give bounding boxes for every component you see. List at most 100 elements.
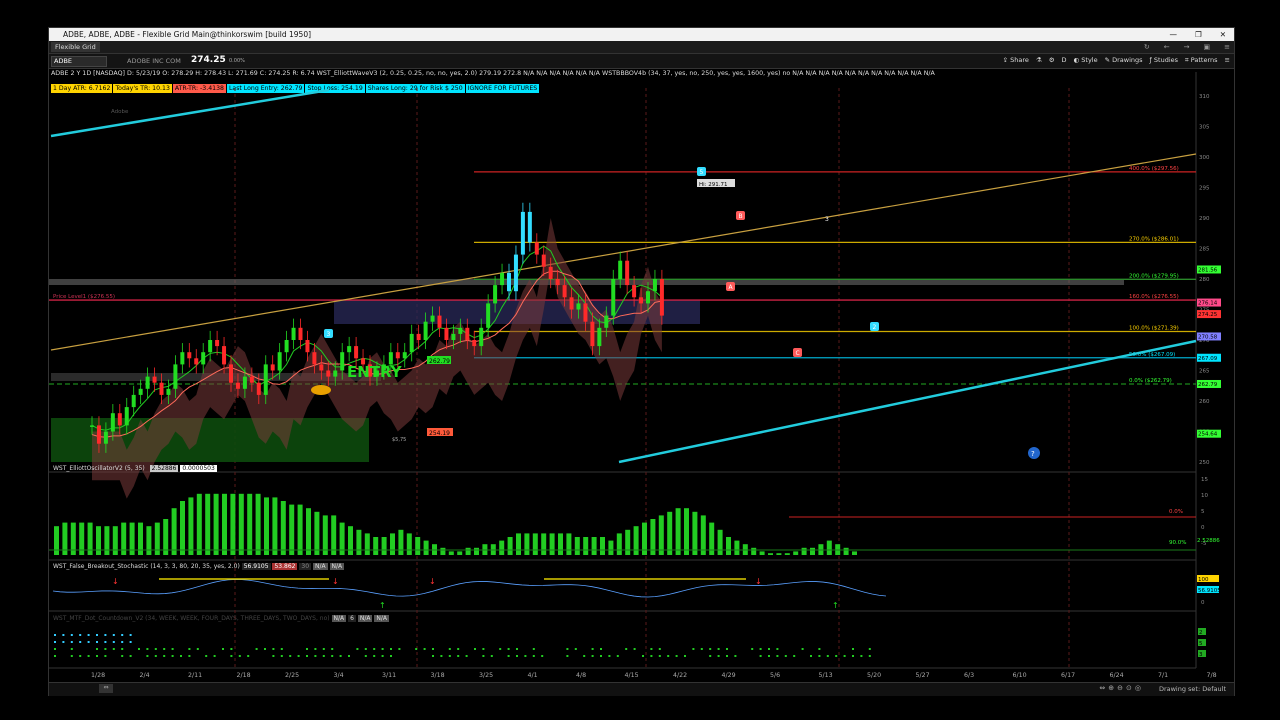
sell-arrow-icon: ↓	[429, 577, 436, 586]
osc-bar	[365, 533, 370, 555]
osc-bar	[760, 551, 765, 555]
mtf-dot	[62, 641, 64, 643]
osc-bar	[676, 508, 681, 555]
osc-bar	[550, 533, 555, 555]
osc-bar	[684, 508, 689, 555]
mtf-dot	[726, 655, 728, 657]
x-tick-label: 4/1	[528, 672, 538, 679]
candle	[563, 285, 567, 297]
candle	[486, 303, 490, 327]
wave-label: 2	[873, 324, 877, 331]
mtf-dot	[96, 634, 98, 636]
mtf-dot	[104, 648, 106, 650]
mtf-dot	[726, 648, 728, 650]
candle	[118, 413, 122, 425]
mtf-dot	[256, 648, 258, 650]
y-tick-label: 305	[1199, 125, 1210, 131]
candle	[271, 364, 275, 370]
mtf-dot	[348, 655, 350, 657]
mtf-dot	[121, 634, 123, 636]
zoom-controls-icon[interactable]: ⇔⊕⊖⊙◎	[1099, 684, 1144, 692]
entry-tag: 262.79	[429, 358, 450, 365]
mtf-dot	[323, 655, 325, 657]
mtf-dot	[785, 655, 787, 657]
mtf-dot	[96, 641, 98, 643]
osc-bar	[474, 548, 479, 555]
candle	[250, 377, 254, 383]
candle	[410, 334, 414, 352]
mtf-dot	[860, 655, 862, 657]
mtf-dot	[298, 655, 300, 657]
candle	[173, 364, 177, 388]
candle	[160, 383, 164, 395]
buy-arrow-icon: ↑	[379, 601, 386, 610]
candle	[465, 328, 469, 340]
stoch-tag: 100	[1198, 577, 1209, 583]
entry-label: ENTRY	[347, 363, 403, 381]
adobe-logo: Adobe	[111, 109, 128, 115]
osc-bar	[407, 533, 412, 555]
candle	[451, 334, 455, 340]
mtf-dot	[247, 655, 249, 657]
fib-label: 100.0% ($271.39)	[1129, 326, 1179, 332]
y-tick-label: 295	[1199, 186, 1210, 192]
fib-label: 0.0% ($262.79)	[1129, 378, 1172, 384]
mtf-dot	[869, 655, 871, 657]
mtf-dot	[650, 655, 652, 657]
candle	[590, 322, 594, 346]
osc-bar	[247, 494, 252, 555]
mtf-dot	[709, 655, 711, 657]
osc-bar	[634, 526, 639, 555]
price-tag: 281.56	[1198, 267, 1218, 273]
mtf-dot	[608, 655, 610, 657]
osc-bar	[508, 537, 513, 555]
candle	[299, 328, 303, 340]
candle	[514, 255, 518, 292]
mtf-dot	[79, 641, 81, 643]
candle	[521, 212, 525, 255]
osc-bar	[625, 530, 630, 555]
osc-bar	[323, 515, 328, 555]
osc-tag: 0.0%	[1169, 509, 1183, 515]
mtf-dot	[62, 634, 64, 636]
osc-bar	[390, 533, 395, 555]
osc-y-label: 10	[1201, 493, 1208, 499]
candle	[201, 352, 205, 364]
mtf-dot	[508, 648, 510, 650]
candle	[340, 352, 344, 370]
mtf-dot	[650, 648, 652, 650]
price-level-label: Price Level1 ($276.55)	[53, 294, 115, 300]
osc-bar	[466, 548, 471, 555]
mtf-dot	[398, 648, 400, 650]
mtf-dot	[163, 655, 165, 657]
mtf-dot	[432, 648, 434, 650]
candle	[153, 377, 157, 383]
candle	[653, 279, 657, 291]
mtf-dot	[239, 655, 241, 657]
mtf-dot	[390, 648, 392, 650]
osc-bar	[852, 551, 857, 555]
mtf-y-label: 5	[1199, 641, 1203, 647]
osc-bar	[398, 530, 403, 555]
candle	[431, 316, 435, 322]
osc-bar	[172, 508, 177, 555]
mtf-dot	[71, 655, 73, 657]
mtf-dot	[71, 648, 73, 650]
mtf-dot	[466, 655, 468, 657]
osc-bar	[272, 497, 277, 555]
drawing-set-label: Drawing set: Default	[1159, 685, 1226, 693]
mtf-dot	[440, 655, 442, 657]
osc-bar	[256, 494, 261, 555]
chart-canvas[interactable]: 400.0% ($297.56)270.0% ($286.01)200.0% (…	[49, 28, 1234, 695]
mtf-dot	[79, 655, 81, 657]
y-tick-label: 280	[1199, 277, 1210, 283]
scroll-handle-icon[interactable]: ⇔	[99, 684, 113, 693]
osc-bar	[96, 526, 101, 555]
wave-label: 5	[700, 169, 704, 176]
mtf-dot	[331, 655, 333, 657]
mtf-dot	[793, 655, 795, 657]
mtf-dot	[188, 648, 190, 650]
x-tick-label: 5/20	[867, 672, 881, 679]
mtf-dot	[852, 655, 854, 657]
osc-bar	[608, 541, 613, 555]
